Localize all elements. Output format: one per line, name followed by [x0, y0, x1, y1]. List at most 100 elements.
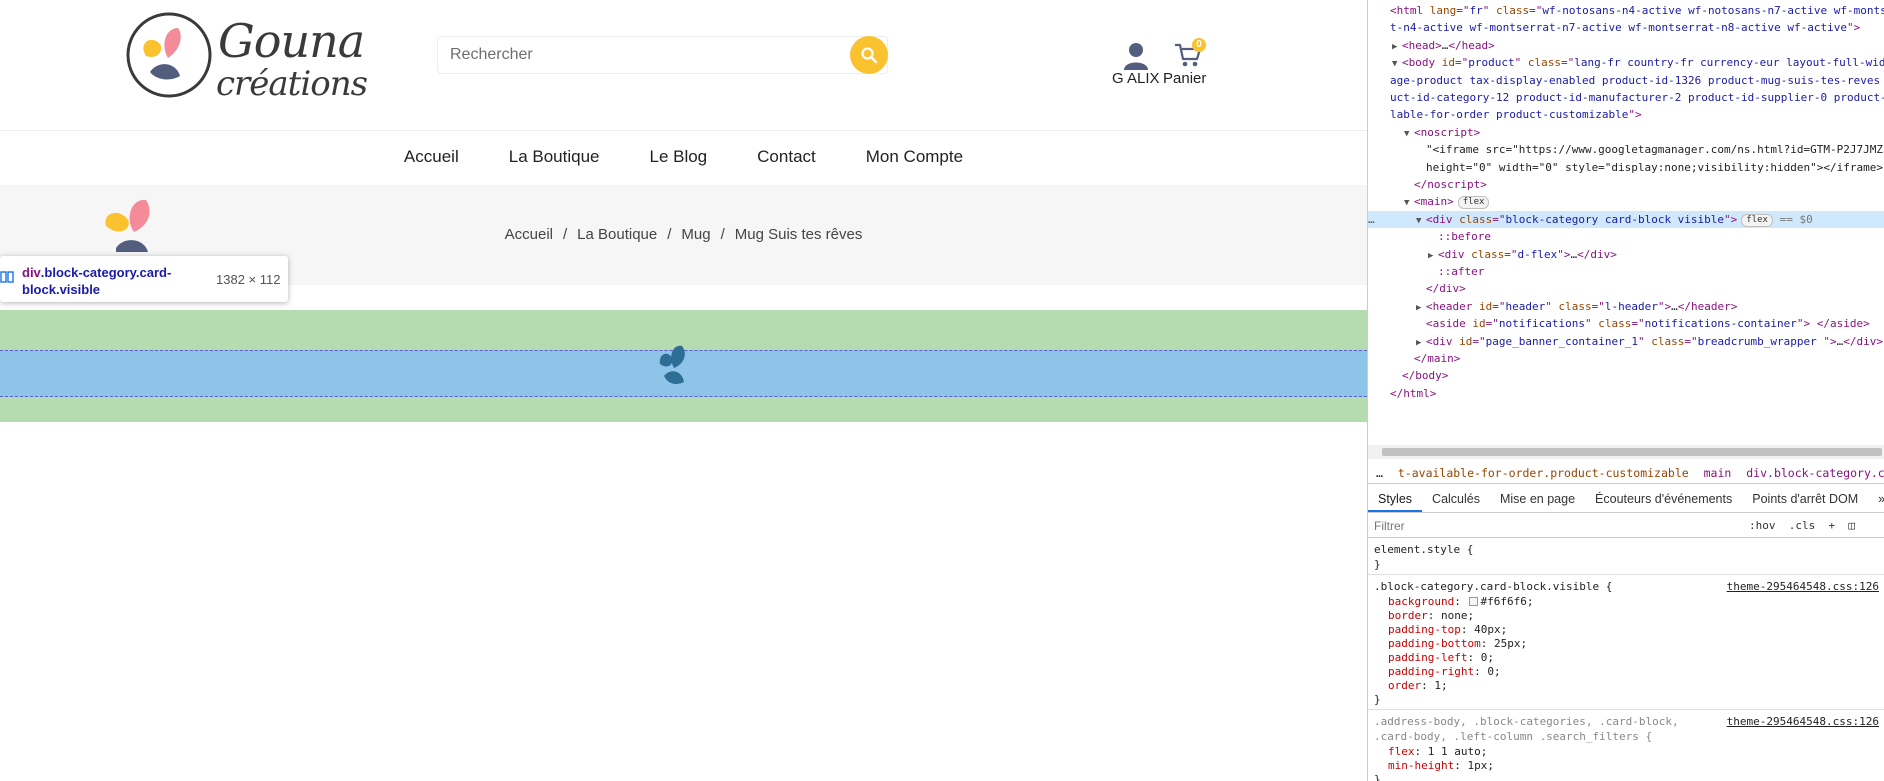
dom-token-attr: class: [1558, 299, 1592, 313]
rule-selector[interactable]: element.style {: [1374, 543, 1879, 557]
style-property-value: 25px;: [1493, 637, 1528, 650]
rule-close-brace: }: [1374, 773, 1381, 781]
dom-node[interactable]: </main>: [1368, 350, 1884, 367]
tab-computed[interactable]: Calculés: [1422, 485, 1490, 512]
nav-item-blog[interactable]: Le Blog: [649, 131, 707, 185]
tabs-overflow-button[interactable]: »: [1868, 485, 1884, 512]
cls-toggle[interactable]: .cls: [1789, 519, 1816, 532]
breadcrumb-item-mug[interactable]: Mug: [681, 226, 710, 243]
style-colon: :: [1474, 665, 1488, 678]
dom-token-tag: =": [1492, 299, 1506, 313]
breadcrumb-separator: /: [720, 226, 725, 243]
dom-token-tag: ": [1584, 317, 1599, 331]
nav-item-accueil[interactable]: Accueil: [404, 131, 459, 185]
hov-toggle[interactable]: :hov: [1749, 519, 1776, 532]
dom-crumb-main[interactable]: main: [1704, 466, 1732, 480]
style-property-value: 1px;: [1467, 759, 1494, 772]
dom-node[interactable]: ▶ <head>…</head>: [1368, 37, 1884, 54]
dom-node[interactable]: lable-for-order product-customizable">: [1368, 106, 1884, 123]
style-property[interactable]: min-height: 1px;: [1388, 759, 1494, 773]
dom-node-selected[interactable]: … ▼ <div class="block-category card-block …: [1368, 210, 1884, 228]
dom-node[interactable]: ▼ <noscript>: [1368, 124, 1884, 141]
dom-token-val: page_banner_container_1: [1485, 334, 1638, 348]
dom-token-val: wf-notosans-n4-active wf-notosans-n7-act…: [1542, 4, 1884, 17]
search-button[interactable]: [850, 36, 888, 74]
dom-node[interactable]: uct-id-category-12 product-id-manufactur…: [1368, 89, 1884, 106]
dom-token-tag: ">: [1628, 108, 1642, 122]
dom-node[interactable]: ▶ <div id="page_banner_container_1" class…: [1368, 333, 1884, 350]
style-property[interactable]: background: #f6f6f6;: [1388, 595, 1533, 609]
style-property[interactable]: border: none;: [1388, 609, 1474, 623]
style-property[interactable]: padding-top: 40px;: [1388, 623, 1507, 637]
style-property[interactable]: padding-bottom: 25px;: [1388, 637, 1527, 651]
dom-token-tag: <body: [1402, 56, 1442, 70]
style-property[interactable]: padding-left: 0;: [1388, 651, 1494, 665]
rule-source-link[interactable]: theme-295464548.css:126: [1727, 715, 1879, 729]
styles-filter-input[interactable]: Filtrer: [1374, 519, 1405, 533]
dom-node[interactable]: </div>: [1368, 280, 1884, 297]
cart-label[interactable]: Panier: [1163, 70, 1206, 87]
dom-token-tag: </body>: [1402, 369, 1449, 383]
tab-layout[interactable]: Mise en page: [1490, 485, 1585, 512]
breadcrumb-separator: /: [667, 226, 672, 243]
dom-node[interactable]: ::before: [1368, 228, 1884, 245]
dom-token-tag: ">: [1657, 299, 1672, 313]
dom-node[interactable]: <html lang="fr" class="wf-notosans-n4-ac…: [1368, 2, 1884, 19]
style-property[interactable]: padding-right: 0;: [1388, 665, 1501, 679]
search-icon: [861, 47, 878, 64]
color-swatch-icon[interactable]: [1469, 597, 1479, 606]
dom-node[interactable]: ▶ <header id="header" class="l-header">…<…: [1368, 298, 1884, 315]
dom-node[interactable]: height="0" width="0" style="display:none…: [1368, 159, 1884, 176]
style-property-name: order: [1388, 679, 1422, 692]
search-input[interactable]: Rechercher: [437, 36, 888, 74]
dom-token-attr: class: [1471, 247, 1505, 261]
style-property[interactable]: order: 1;: [1388, 679, 1448, 693]
site-logo[interactable]: Gouna créations: [124, 10, 368, 104]
style-property-name: padding-top: [1388, 623, 1461, 636]
dom-node[interactable]: </body>: [1368, 367, 1884, 384]
nav-item-contact[interactable]: Contact: [757, 131, 816, 185]
nav-item-mon-compte[interactable]: Mon Compte: [866, 131, 963, 185]
dom-node[interactable]: ▼ <main> flex: [1368, 193, 1884, 210]
dom-crumb-ellipsis[interactable]: …: [1376, 466, 1383, 480]
dom-node[interactable]: "<iframe src="https://www.googletagmanag…: [1368, 141, 1884, 158]
scrollbar-thumb[interactable]: [1382, 448, 1882, 456]
dom-node[interactable]: age-product tax-display-enabled product-…: [1368, 72, 1884, 89]
rule-source-link[interactable]: theme-295464548.css:126: [1727, 580, 1879, 594]
dom-node[interactable]: ::after: [1368, 263, 1884, 280]
dom-node[interactable]: ▼ <body id="product" class="lang-fr count…: [1368, 54, 1884, 71]
nav-item-boutique[interactable]: La Boutique: [509, 131, 600, 185]
flex-badge[interactable]: flex: [1741, 213, 1773, 227]
flex-badge[interactable]: flex: [1457, 196, 1490, 210]
dom-token-tag: <div: [1426, 212, 1460, 226]
dom-token-tag: ">: [1557, 247, 1571, 261]
dom-node[interactable]: </noscript>: [1368, 176, 1884, 193]
breadcrumb-item-accueil[interactable]: Accueil: [505, 226, 553, 243]
new-rule-button[interactable]: +: [1829, 519, 1836, 532]
elements-tree[interactable]: <html lang="fr" class="wf-notosans-n4-ac…: [1368, 0, 1884, 445]
dom-node[interactable]: <aside id="notifications" class="notific…: [1368, 315, 1884, 332]
toggle-sidebar-icon[interactable]: ◫: [1848, 519, 1855, 532]
dom-token-val: header: [1505, 299, 1546, 313]
dom-crumb-body[interactable]: t-available-for-order.product-customizab…: [1398, 466, 1689, 480]
account-label[interactable]: G ALIX: [1112, 70, 1160, 87]
tooltip-element-name: div.block-category.card-block.visible: [22, 264, 202, 298]
dom-node[interactable]: ▶ <div class="d-flex">…</div>: [1368, 246, 1884, 263]
style-property-name: padding-left: [1388, 651, 1468, 664]
style-property-name: padding-right: [1388, 665, 1475, 678]
flex-layout-icon: [0, 271, 14, 283]
dom-node[interactable]: </html>: [1368, 385, 1884, 402]
tab-styles[interactable]: Styles: [1368, 485, 1423, 512]
devtools-panel: <html lang="fr" class="wf-notosans-n4-ac…: [1367, 0, 1884, 781]
tab-dom-breakpoints[interactable]: Points d'arrêt DOM: [1742, 485, 1868, 512]
tab-event-listeners[interactable]: Écouteurs d'événements: [1585, 485, 1742, 512]
style-property[interactable]: flex: 1 1 auto;: [1388, 745, 1487, 759]
breadcrumb-item-boutique[interactable]: La Boutique: [577, 226, 657, 243]
dom-node[interactable]: t-n4-active wf-montserrat-n7-active wf-m…: [1368, 19, 1884, 36]
rule-selector[interactable]: .block-category.card-block.visible {them…: [1374, 580, 1879, 594]
elements-horizontal-scrollbar[interactable]: [1368, 445, 1884, 459]
dom-crumb-selected[interactable]: div.block-category.card-block.visible: [1746, 466, 1884, 480]
rule-selector[interactable]: .address-body, .block-categories, .card-…: [1374, 715, 1879, 729]
dom-token-tag: </head>: [1448, 38, 1495, 52]
breadcrumb: Accueil / La Boutique / Mug / Mug Suis tes rêv…: [0, 226, 1367, 243]
